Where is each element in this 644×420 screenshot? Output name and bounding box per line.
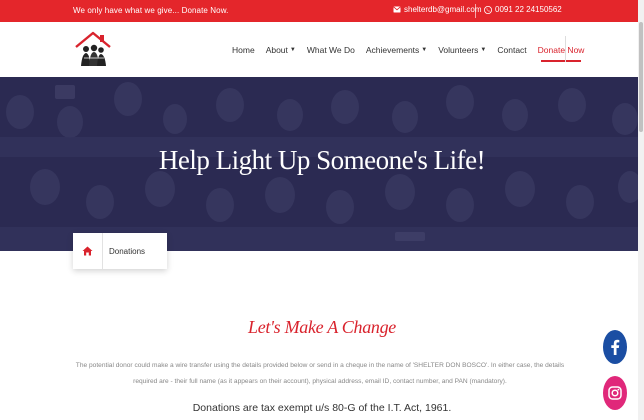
nav-label: About bbox=[265, 44, 288, 55]
page-scrollbar[interactable] bbox=[638, 0, 644, 420]
nav-divider bbox=[565, 36, 566, 62]
nav-item-donate-now[interactable]: Donate Now bbox=[537, 22, 585, 77]
nav-label: Volunteers bbox=[438, 44, 479, 55]
breadcrumb-home[interactable] bbox=[73, 233, 103, 269]
section-heading: Let's Make A Change bbox=[248, 317, 396, 337]
nav-label: What We Do bbox=[306, 44, 355, 55]
caret-down-icon: ▼ bbox=[289, 46, 296, 53]
nav-item-home[interactable]: Home bbox=[232, 22, 255, 77]
shelter-logo[interactable] bbox=[73, 30, 113, 70]
phone-text: 0091 22 24150562 bbox=[495, 5, 562, 14]
caret-down-icon: ▼ bbox=[480, 46, 487, 53]
main-nav: Home About ▼ What We Do Achievements ▼ Vol… bbox=[232, 22, 595, 77]
instagram-icon bbox=[608, 386, 622, 400]
phone-icon bbox=[484, 5, 492, 14]
donate-tagline-link[interactable]: We only have what we give... Donate Now. bbox=[73, 6, 229, 15]
top-bar: We only have what we give... Donate Now.… bbox=[0, 0, 644, 22]
envelope-icon bbox=[393, 6, 401, 13]
hero-banner: Help Light Up Someone's Life! bbox=[0, 77, 644, 251]
home-icon bbox=[82, 246, 93, 256]
nav-label: Home bbox=[232, 44, 255, 55]
nav-label: Contact bbox=[497, 44, 527, 55]
facebook-icon bbox=[611, 339, 620, 355]
instagram-button[interactable] bbox=[603, 376, 627, 410]
email-contact[interactable]: shelterdb@gmail.com bbox=[393, 5, 481, 14]
facebook-button[interactable] bbox=[603, 330, 627, 364]
nav-item-about[interactable]: About ▼ bbox=[266, 22, 296, 77]
breadcrumb: Donations bbox=[73, 233, 167, 269]
nav-item-achievements[interactable]: Achievements ▼ bbox=[366, 22, 427, 77]
nav-label: Achievements bbox=[365, 44, 420, 55]
breadcrumb-current: Donations bbox=[109, 246, 146, 256]
nav-label: Donate Now bbox=[537, 44, 585, 55]
phone-contact[interactable]: 0091 22 24150562 bbox=[484, 5, 562, 14]
donation-instructions: The potential donor could make a wire tr… bbox=[75, 362, 565, 385]
page: We only have what we give... Donate Now.… bbox=[0, 0, 644, 420]
caret-down-icon: ▼ bbox=[421, 46, 428, 53]
email-text: shelterdb@gmail.com bbox=[404, 5, 482, 14]
site-header: Home About ▼ What We Do Achievements ▼ Vol… bbox=[0, 22, 644, 77]
tax-exemption-note: Donations are tax exempt u/s 80-G of the… bbox=[192, 402, 452, 414]
nav-item-volunteers[interactable]: Volunteers ▼ bbox=[438, 22, 486, 77]
hero-title: Help Light Up Someone's Life! bbox=[158, 145, 486, 175]
topbar-divider bbox=[475, 4, 476, 18]
nav-item-contact[interactable]: Contact bbox=[497, 22, 526, 77]
nav-item-what-we-do[interactable]: What We Do bbox=[307, 22, 355, 77]
scrollbar-thumb[interactable] bbox=[639, 22, 643, 132]
